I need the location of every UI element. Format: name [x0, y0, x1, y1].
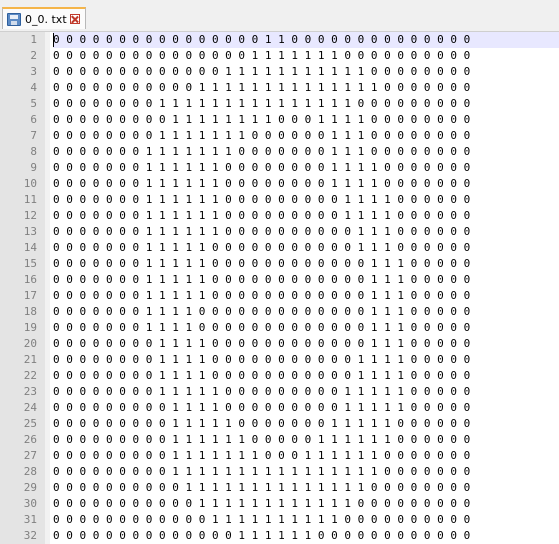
line-number: 18 [23, 305, 37, 318]
line-number: 7 [30, 129, 37, 142]
text-line[interactable]: 0 0 0 0 0 0 0 1 1 1 1 1 0 0 0 0 0 0 0 0 … [53, 240, 559, 256]
line-number: 22 [23, 369, 37, 382]
text-line[interactable]: 0 0 0 0 0 0 0 1 1 1 1 1 0 0 0 0 0 0 0 0 … [53, 288, 559, 304]
line-number: 24 [23, 401, 37, 414]
line-number: 3 [30, 65, 37, 78]
line-number: 1 [30, 33, 37, 46]
text-line[interactable]: 0 0 0 0 0 0 0 0 0 0 0 1 1 1 1 1 1 1 1 1 … [53, 496, 559, 512]
text-line[interactable]: 0 0 0 0 0 0 0 1 1 1 1 1 1 0 0 0 0 0 0 0 … [53, 192, 559, 208]
close-icon[interactable] [69, 14, 80, 24]
save-disk-icon [7, 12, 21, 26]
text-line[interactable]: 0 0 0 0 0 0 0 0 0 1 1 1 1 0 0 0 0 0 0 0 … [53, 400, 559, 416]
line-number: 16 [23, 273, 37, 286]
line-number: 11 [23, 193, 37, 206]
line-number: 32 [23, 529, 37, 542]
text-line[interactable]: 0 0 0 0 0 0 0 1 1 1 1 1 1 0 0 0 0 0 0 0 … [53, 176, 559, 192]
text-line[interactable]: 0 0 0 0 0 0 0 0 0 0 1 1 1 1 1 1 1 1 1 1 … [53, 480, 559, 496]
tab-bar: 0_0. txt [0, 0, 559, 32]
text-caret [53, 33, 54, 47]
line-number: 28 [23, 465, 37, 478]
line-number: 25 [23, 417, 37, 430]
line-number: 29 [23, 481, 37, 494]
text-line[interactable]: 0 0 0 0 0 0 0 0 0 0 0 1 1 1 1 1 1 1 1 1 … [53, 80, 559, 96]
text-line[interactable]: 0 0 0 0 0 0 0 0 0 1 1 1 1 1 1 0 0 0 0 0 … [53, 432, 559, 448]
editor-area[interactable]: 1 2 3 4 5 6 7 8 9 10 11 12 13 14 15 16 17 18 19 20 21 22 23 24 2… [0, 32, 559, 544]
line-number: 12 [23, 209, 37, 222]
line-number: 31 [23, 513, 37, 526]
line-number: 15 [23, 257, 37, 270]
text-line[interactable]: 0 0 0 0 0 0 0 1 1 1 1 1 0 0 0 0 0 0 0 0 … [53, 272, 559, 288]
line-number: 5 [30, 97, 37, 110]
line-number: 19 [23, 321, 37, 334]
text-line[interactable]: 0 0 0 0 0 0 0 1 1 1 1 1 1 1 0 0 0 0 0 0 … [53, 144, 559, 160]
line-number: 14 [23, 241, 37, 254]
text-line[interactable]: 0 0 0 0 0 0 0 0 1 1 1 1 1 1 1 0 0 0 0 0 … [53, 128, 559, 144]
text-line[interactable]: 0 0 0 0 0 0 0 1 1 1 1 1 1 0 0 0 0 0 0 0 … [53, 160, 559, 176]
text-line[interactable]: 0 0 0 0 0 0 0 0 0 0 0 0 0 0 0 1 1 1 1 1 … [53, 48, 559, 64]
line-number: 23 [23, 385, 37, 398]
line-number: 13 [23, 225, 37, 238]
text-line[interactable]: 0 0 0 0 0 0 0 0 0 1 1 1 1 1 1 1 1 1 1 1 … [53, 464, 559, 480]
line-number: 17 [23, 289, 37, 302]
text-line[interactable]: 0 0 0 0 0 0 0 1 1 1 1 1 1 0 0 0 0 0 0 0 … [53, 208, 559, 224]
line-numbers: 1 2 3 4 5 6 7 8 9 10 11 12 13 14 15 16 17 18 19 20 21 22 23 24 2… [0, 32, 37, 544]
line-number: 6 [30, 113, 37, 126]
line-number-gutter: 1 2 3 4 5 6 7 8 9 10 11 12 13 14 15 16 17 18 19 20 21 22 23 24 2… [0, 32, 46, 544]
line-number: 10 [23, 177, 37, 190]
line-number: 2 [30, 49, 37, 62]
text-line[interactable]: 0 0 0 0 0 0 0 0 1 1 1 1 0 0 0 0 0 0 0 0 … [53, 336, 559, 352]
text-line[interactable]: 0 0 0 0 0 0 0 0 1 1 1 1 0 0 0 0 0 0 0 0 … [53, 368, 559, 384]
text-line[interactable]: 0 0 0 0 0 0 0 0 1 1 1 1 1 0 0 0 0 0 0 0 … [53, 384, 559, 400]
text-line[interactable]: 0 0 0 0 0 0 0 1 1 1 1 1 1 0 0 0 0 0 0 0 … [53, 224, 559, 240]
line-number: 30 [23, 497, 37, 510]
text-content[interactable]: 0 0 0 0 0 0 0 0 0 0 0 0 0 0 0 0 1 1 0 0 … [53, 32, 559, 544]
tab-label: 0_0. txt [25, 12, 67, 26]
line-number: 20 [23, 337, 37, 350]
text-line[interactable]: 0 0 0 0 0 0 0 0 1 1 1 1 0 0 0 0 0 0 0 0 … [53, 352, 559, 368]
text-line[interactable]: 0 0 0 0 0 0 0 1 1 1 1 1 0 0 0 0 0 0 0 0 … [53, 256, 559, 272]
text-line[interactable]: 0 0 0 0 0 0 0 0 0 0 0 0 1 1 1 1 1 1 1 1 … [53, 512, 559, 528]
file-tab[interactable]: 0_0. txt [2, 7, 86, 29]
line-number: 4 [30, 81, 37, 94]
text-line[interactable]: 0 0 0 0 0 0 0 0 1 1 1 1 1 1 1 1 1 1 1 1 … [53, 96, 559, 112]
line-number: 21 [23, 353, 37, 366]
line-number: 9 [30, 161, 37, 174]
text-line[interactable]: 0 0 0 0 0 0 0 0 0 1 1 1 1 1 0 0 0 0 0 0 … [53, 416, 559, 432]
fold-margin [45, 32, 50, 544]
text-line[interactable]: 0 0 0 0 0 0 0 1 1 1 1 0 0 0 0 0 0 0 0 0 … [53, 320, 559, 336]
text-line[interactable]: 0 0 0 0 0 0 0 0 0 0 0 0 0 1 1 1 1 1 1 1 … [53, 64, 559, 80]
text-line[interactable]: 0 0 0 0 0 0 0 0 0 1 1 1 1 1 1 1 0 0 0 1 … [53, 448, 559, 464]
text-line[interactable]: 0 0 0 0 0 0 0 0 0 0 0 0 0 0 1 1 1 1 1 1 … [53, 528, 559, 544]
line-number: 26 [23, 433, 37, 446]
line-number: 8 [30, 145, 37, 158]
text-line[interactable]: 0 0 0 0 0 0 0 0 0 1 1 1 1 1 1 1 1 0 0 0 … [53, 112, 559, 128]
text-line[interactable]: 0 0 0 0 0 0 0 1 1 1 1 0 0 0 0 0 0 0 0 0 … [53, 304, 559, 320]
text-line[interactable]: 0 0 0 0 0 0 0 0 0 0 0 0 0 0 0 0 1 1 0 0 … [53, 32, 559, 48]
line-number: 27 [23, 449, 37, 462]
